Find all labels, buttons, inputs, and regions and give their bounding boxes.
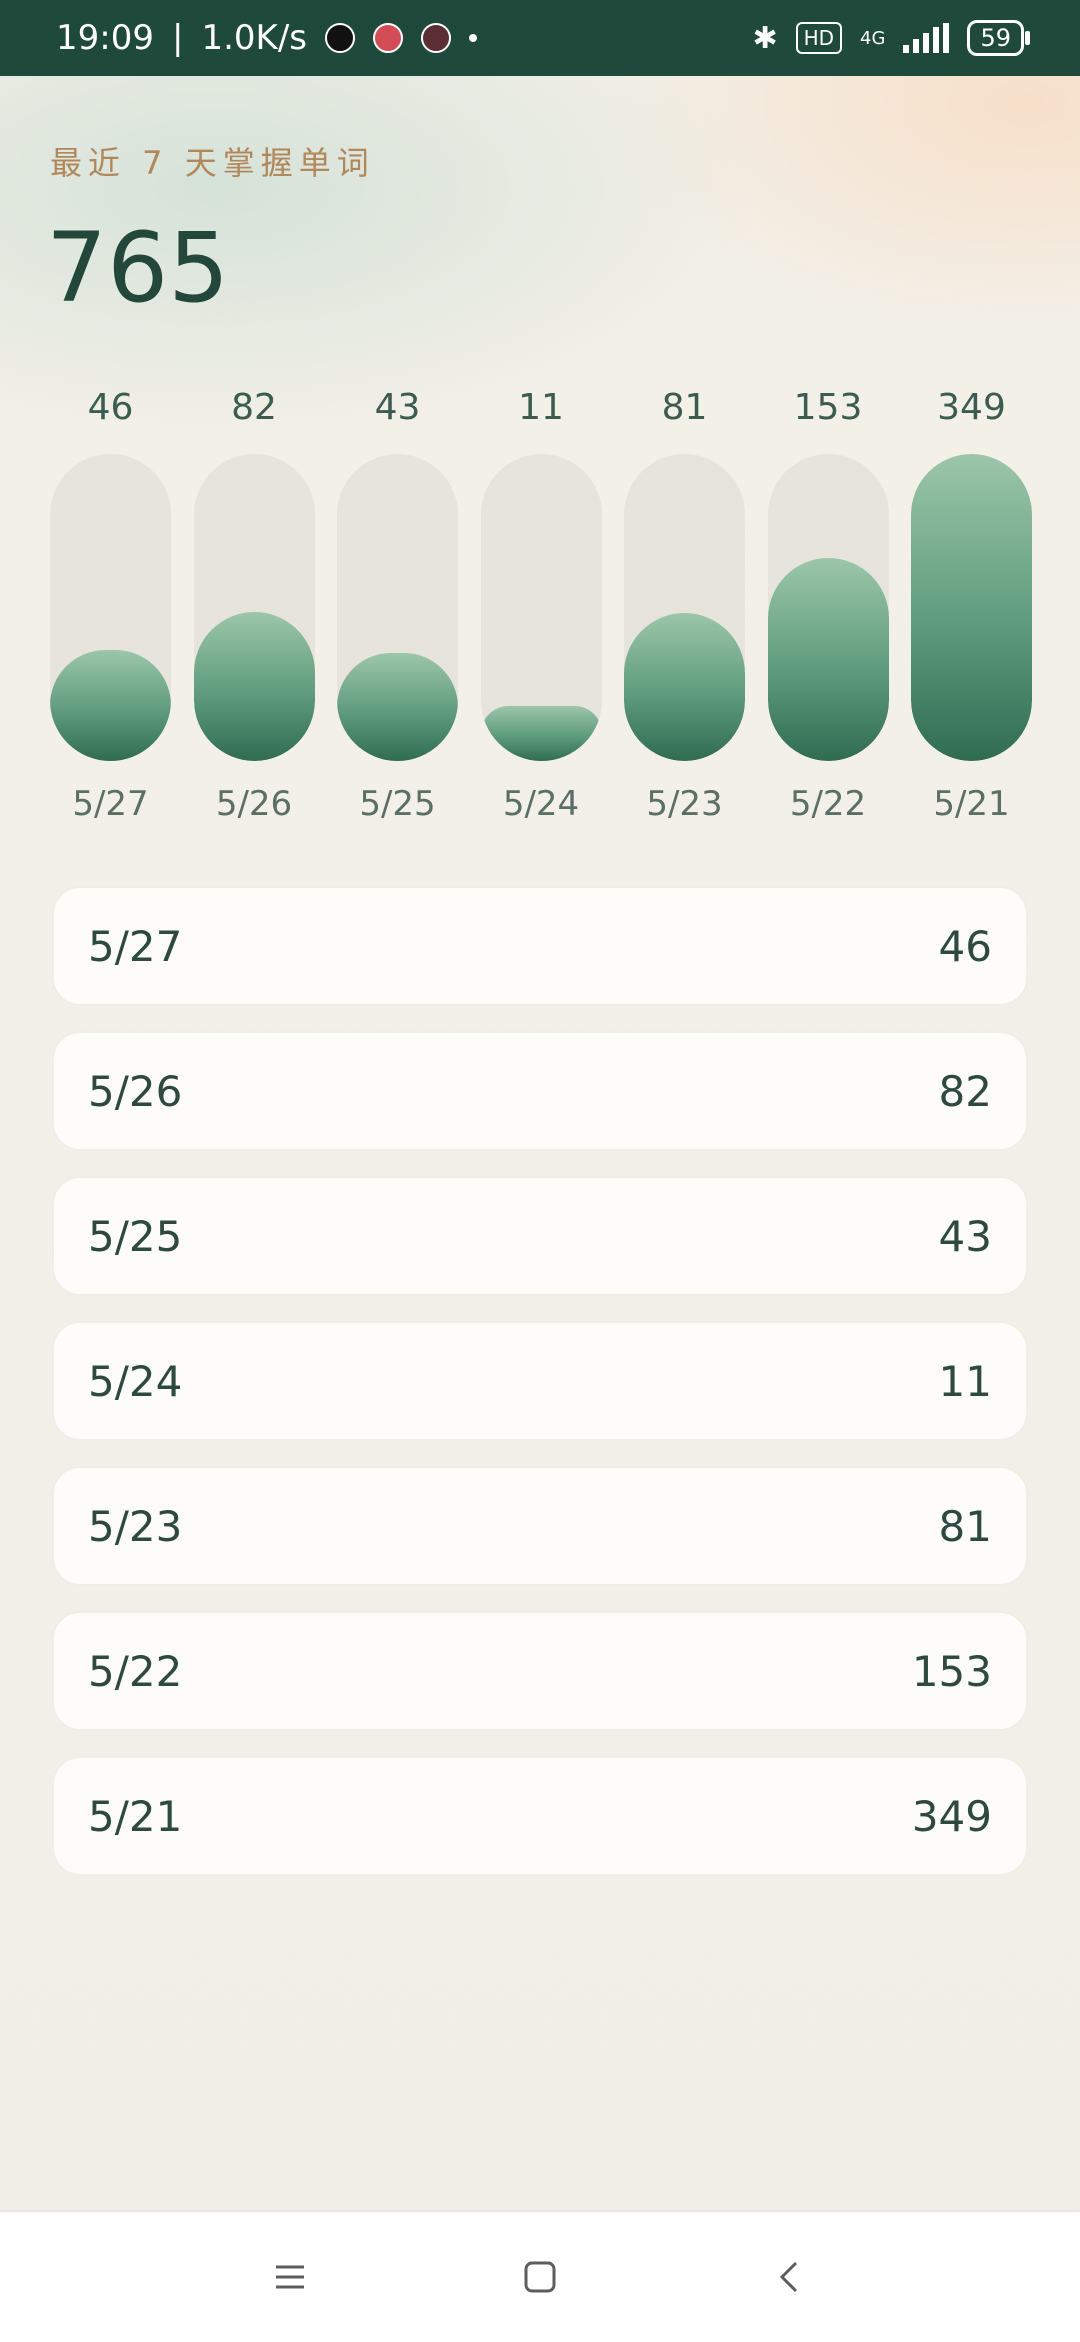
bluetooth-icon: ✱ bbox=[752, 20, 778, 56]
chart-column[interactable]: 349 5/21 bbox=[911, 380, 1032, 840]
chart-date-label: 5/27 bbox=[72, 784, 149, 824]
chart-column[interactable]: 11 5/24 bbox=[480, 380, 602, 840]
status-time: 19:09 bbox=[56, 18, 154, 58]
chart-value-label: 349 bbox=[937, 387, 1006, 428]
game-app-icon bbox=[421, 23, 451, 53]
chart-column[interactable]: 43 5/25 bbox=[337, 380, 458, 840]
chart-value-label: 46 bbox=[87, 387, 134, 428]
chart-bar-track bbox=[911, 454, 1032, 761]
list-item-count: 349 bbox=[911, 1791, 992, 1841]
list-item-count: 82 bbox=[938, 1066, 992, 1116]
list-item[interactable]: 5/25 43 bbox=[52, 1176, 1028, 1296]
chart-date-label: 5/23 bbox=[646, 784, 723, 824]
list-item-count: 81 bbox=[938, 1501, 992, 1551]
total-words-count: 765 bbox=[46, 212, 230, 324]
chart-bar bbox=[193, 612, 315, 761]
list-item-date: 5/24 bbox=[88, 1356, 183, 1406]
red-app-icon bbox=[373, 23, 403, 53]
chart-bar bbox=[624, 613, 745, 761]
hd-badge: HD bbox=[795, 22, 843, 54]
list-item[interactable]: 5/23 81 bbox=[52, 1466, 1028, 1586]
chart-value-label: 153 bbox=[793, 387, 863, 428]
chart-bar-track bbox=[480, 454, 602, 761]
chart-value-label: 11 bbox=[518, 387, 564, 428]
status-network-speed: 1.0K/s bbox=[201, 18, 307, 58]
list-item-count: 43 bbox=[938, 1211, 992, 1261]
chart-column[interactable]: 82 5/26 bbox=[193, 380, 315, 840]
list-item-count: 153 bbox=[911, 1646, 992, 1696]
home-icon bbox=[524, 2261, 556, 2293]
chart-date-label: 5/26 bbox=[215, 784, 293, 824]
network-type: 4G bbox=[860, 27, 886, 49]
list-item[interactable]: 5/24 11 bbox=[52, 1321, 1028, 1441]
chart-column[interactable]: 153 5/22 bbox=[767, 380, 889, 840]
list-item[interactable]: 5/22 153 bbox=[52, 1611, 1028, 1731]
status-bar-left: 19:09 | 1.0K/s bbox=[56, 18, 477, 58]
chart-date-label: 5/24 bbox=[502, 784, 580, 824]
battery-icon: 59 bbox=[967, 20, 1030, 56]
list-item-count: 46 bbox=[938, 921, 992, 971]
list-item-date: 5/25 bbox=[88, 1211, 183, 1261]
daily-word-list: 5/27 46 5/26 82 5/25 43 5/24 11 5/23 81 5/22 153 5/2… bbox=[52, 886, 1028, 1901]
chart-bar bbox=[911, 454, 1032, 761]
menu-icon bbox=[276, 2265, 304, 2289]
back-icon bbox=[779, 2261, 798, 2293]
menu-button[interactable] bbox=[260, 2247, 320, 2307]
chart-bar-track bbox=[337, 454, 458, 761]
status-bar-right: ✱ HD 4G 59 bbox=[752, 20, 1030, 56]
back-button[interactable] bbox=[760, 2247, 820, 2307]
battery-level: 59 bbox=[980, 24, 1011, 52]
chart-bar-track bbox=[193, 454, 315, 761]
list-item-date: 5/27 bbox=[88, 921, 183, 971]
chart-date-label: 5/21 bbox=[933, 784, 1010, 824]
tiktok-icon bbox=[325, 23, 355, 53]
list-item[interactable]: 5/27 46 bbox=[52, 886, 1028, 1006]
chart-bar-track bbox=[50, 454, 171, 761]
chart-bar bbox=[337, 653, 458, 761]
chart-column[interactable]: 81 5/23 bbox=[624, 380, 745, 840]
list-item-date: 5/23 bbox=[88, 1501, 183, 1551]
chart-value-label: 43 bbox=[374, 387, 421, 428]
chart-date-label: 5/25 bbox=[359, 784, 436, 824]
chart-date-label: 5/22 bbox=[789, 784, 867, 824]
weekly-bar-chart: 46 5/27 82 5/26 43 5/25 11 5/24 81 5/23 153 5/22 349… bbox=[50, 380, 1032, 840]
chart-bar-track bbox=[624, 454, 745, 761]
chart-value-label: 81 bbox=[661, 387, 708, 428]
chart-bar-track bbox=[767, 454, 889, 761]
list-item[interactable]: 5/21 349 bbox=[52, 1756, 1028, 1876]
status-bar: 19:09 | 1.0K/s ✱ HD 4G 59 bbox=[0, 0, 1080, 76]
chart-value-label: 82 bbox=[231, 387, 277, 428]
home-button[interactable] bbox=[510, 2247, 570, 2307]
notification-dot-icon bbox=[469, 34, 477, 42]
system-navigation-bar bbox=[0, 2210, 1080, 2342]
chart-bar bbox=[480, 706, 602, 761]
page-subtitle: 最近 7 天掌握单词 bbox=[50, 144, 375, 182]
list-item[interactable]: 5/26 82 bbox=[52, 1031, 1028, 1151]
signal-icon bbox=[903, 23, 950, 53]
chart-bar bbox=[767, 558, 889, 761]
list-item-date: 5/22 bbox=[88, 1646, 183, 1696]
list-item-date: 5/21 bbox=[88, 1791, 183, 1841]
list-item-date: 5/26 bbox=[88, 1066, 183, 1116]
chart-bar bbox=[50, 650, 171, 761]
chart-column[interactable]: 46 5/27 bbox=[50, 380, 171, 840]
status-separator: | bbox=[171, 18, 184, 58]
list-item-count: 11 bbox=[938, 1356, 992, 1406]
